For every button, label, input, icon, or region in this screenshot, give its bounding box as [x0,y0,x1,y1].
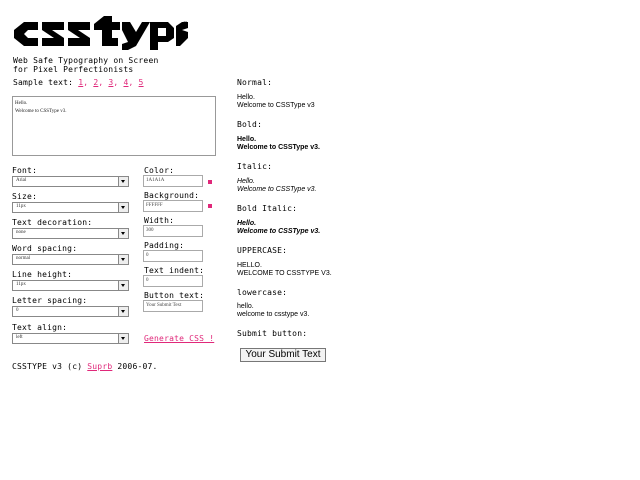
background-label: Background: [144,191,200,200]
preview-bold-italic-line-1: Hello. [237,220,257,227]
sample-textarea-line-1: Hello. [15,101,28,106]
chevron-down-icon[interactable] [118,255,128,264]
background-input[interactable]: FFFFFF [143,200,203,212]
preview-uppercase-line-1: HELLO. [237,262,262,269]
text-decoration-label: Text decoration: [12,218,93,227]
color-swatch[interactable] [208,180,212,184]
svg-text:®: ® [183,21,188,28]
chevron-down-icon[interactable] [118,281,128,290]
preview-bold-italic-line-2: Welcome to CSSType v3. [237,228,321,235]
width-label: Width: [144,216,175,225]
line-height-select[interactable]: 11px [12,280,129,291]
preview-lowercase-line-2: welcome to csstype v3. [237,311,310,318]
line-height-label: Line height: [12,270,73,279]
text-indent-input-value: 0 [146,278,149,283]
suprb-link[interactable]: Suprb [87,362,112,371]
padding-input[interactable]: 0 [143,250,203,262]
word-spacing-label: Word spacing: [12,244,78,253]
word-spacing-select[interactable]: normal [12,254,129,265]
generate-css-link[interactable]: Generate CSS ! [144,334,214,343]
letter-spacing-select[interactable]: 0 [12,306,129,317]
chevron-down-icon[interactable] [118,307,128,316]
color-label: Color: [144,166,175,175]
preview-bold-title: Bold: [237,120,263,129]
preview-lowercase: hello. welcome to csstype v3. [237,303,309,319]
preview-lowercase-line-1: hello. [237,303,254,310]
line-height-select-value: 11px [16,282,26,287]
preview-italic-line-2: Welcome to CSSType v3. [237,186,317,193]
text-indent-input[interactable]: 0 [143,275,203,287]
tagline: Web Safe Typography on Screen for Pixel … [13,56,158,74]
preview-italic-title: Italic: [237,162,273,171]
sample-textarea-line-2: Welcome to CSSType v3. [15,109,67,114]
preview-bold-line-2: Welcome to CSSType v3. [237,144,320,151]
preview-uppercase-line-2: WELCOME TO CSSTYPE V3. [237,270,332,277]
submit-button-title: Submit button: [237,329,308,338]
preview-italic-line-1: Hello. [237,178,255,185]
word-spacing-select-value: normal [16,256,31,261]
preview-normal: Hello. Welcome to CSSType v3 [237,94,315,110]
text-indent-label: Text indent: [144,266,205,275]
chevron-down-icon[interactable] [118,203,128,212]
preview-lowercase-title: lowercase: [237,288,288,297]
text-align-select-value: left [16,335,23,340]
chevron-down-icon[interactable] [118,334,128,343]
background-swatch[interactable] [208,204,212,208]
font-label: Font: [12,166,38,175]
button-text-input[interactable]: Your Submit Text [143,300,203,312]
preview-bold: Hello. Welcome to CSSType v3. [237,136,320,152]
sample-text-label: Sample text: [13,78,74,87]
font-select[interactable]: Arial [12,176,129,187]
background-input-value: FFFFFF [146,203,163,208]
preview-bold-italic: Hello. Welcome to CSSType v3. [237,220,320,236]
button-text-label: Button text: [144,291,205,300]
size-select[interactable]: 11px [12,202,129,213]
color-input[interactable]: 1A1A1A [143,175,203,187]
text-decoration-select-value: none [16,230,26,235]
preview-normal-line-2: Welcome to CSSType v3 [237,102,315,109]
preview-uppercase-title: UPPERCASE: [237,246,288,255]
padding-label: Padding: [144,241,185,250]
padding-input-value: 0 [146,253,149,258]
size-label: Size: [12,192,38,201]
footer-suffix: 2006-07. [117,362,158,371]
text-align-select[interactable]: left [12,333,129,344]
preview-italic: Hello. Welcome to CSSType v3. [237,178,317,194]
sample-link-5[interactable]: 5 [139,78,144,87]
button-text-input-value: Your Submit Text [146,303,182,308]
preview-submit-button[interactable]: Your Submit Text [240,348,326,362]
width-input[interactable]: 300 [143,225,203,237]
csstype-logo: ® [12,12,188,52]
sample-text-row: Sample text: 1, 2, 3, 4, 5 [13,78,144,87]
preview-uppercase: HELLO. WELCOME TO CSSTYPE V3. [237,262,332,278]
tagline-line-1: Web Safe Typography on Screen [13,56,159,65]
tagline-line-2: for Pixel Perfectionists [13,65,134,74]
sample-textarea[interactable]: Hello. Welcome to CSSType v3. [12,96,216,156]
letter-spacing-label: Letter spacing: [12,296,88,305]
footer: CSSTYPE v3 (c) Suprb 2006-07. [12,362,158,371]
preview-bold-italic-title: Bold Italic: [237,204,298,213]
width-input-value: 300 [146,228,154,233]
color-input-value: 1A1A1A [146,178,165,183]
preview-normal-line-1: Hello. [237,94,255,101]
preview-normal-title: Normal: [237,78,273,87]
preview-bold-line-1: Hello. [237,136,257,143]
chevron-down-icon[interactable] [118,229,128,238]
text-decoration-select[interactable]: none [12,228,129,239]
letter-spacing-select-value: 0 [16,308,19,313]
chevron-down-icon[interactable] [118,177,128,186]
size-select-value: 11px [16,204,26,209]
footer-prefix: CSSTYPE v3 (c) [12,362,83,371]
font-select-value: Arial [16,178,27,183]
text-align-label: Text align: [12,323,68,332]
